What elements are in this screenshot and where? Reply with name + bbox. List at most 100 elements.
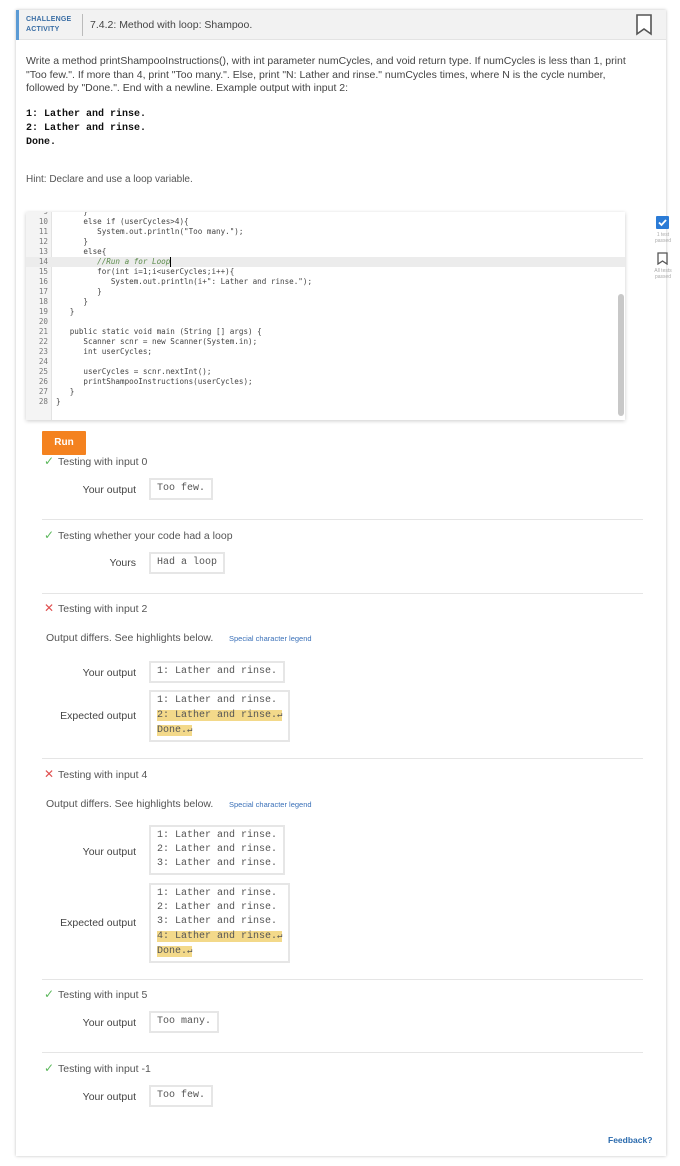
feedback-link[interactable]: Feedback? [608,1135,652,1145]
test-title: Testing with input 0 [58,456,148,468]
code-line[interactable]: 17 } [26,287,625,297]
test-title: Testing with input -1 [58,1063,151,1075]
hint-text: Hint: Declare and use a loop variable. [26,174,193,185]
line-number: 11 [38,227,48,236]
line-number: 10 [38,217,48,226]
line-number: 14 [38,257,48,266]
checkbox-checked-icon [656,216,669,229]
code-line[interactable]: 15 for(int i=1;i<userCycles;i++){ [26,267,625,277]
code-line[interactable]: 24 [26,357,625,367]
code-line[interactable]: 25 userCycles = scnr.nextInt(); [26,367,625,377]
code-text: else if (userCycles>4){ [56,217,189,226]
line-number: 24 [38,357,48,366]
line-number: 15 [38,267,48,276]
code-text: for(int i=1;i<userCycles;i++){ [56,267,235,276]
your-output-label: Your output [82,484,136,496]
code-text: } [56,387,75,396]
code-line[interactable]: 11 System.out.println("Too many."); [26,227,625,237]
diff-message: Output differs. See highlights below. [46,632,214,644]
code-line[interactable]: 28} [26,397,625,407]
line-number: 17 [38,287,48,296]
code-line[interactable]: 26 printShampooInstructions(userCycles); [26,377,625,387]
challenge-card: CHALLENGE ACTIVITY 7.4.2: Method with lo… [16,10,672,1156]
code-line[interactable]: 16 System.out.println(i+": Lather and ri… [26,277,625,287]
code-line[interactable]: 27 } [26,387,625,397]
code-text: public static void main (String [] args)… [56,327,262,336]
test-title: Testing with input 4 [58,769,148,781]
test-title: Testing whether your code had a loop [58,530,233,542]
test-result-header: ✕ Testing with input 4 [44,767,147,781]
code-text: else{ [56,247,107,256]
bookmark-outline-icon [657,252,668,265]
code-text: userCycles = scnr.nextInt(); [56,367,212,376]
code-text: } [56,237,89,246]
x-icon: ✕ [44,601,55,615]
line-number: 21 [38,327,48,336]
line-number: 16 [38,277,48,286]
code-line[interactable]: 12 } [26,237,625,247]
code-text: int userCycles; [56,347,153,356]
section-divider [42,519,643,520]
your-output-label: Your output [82,667,136,679]
section-divider [42,1052,643,1053]
code-line[interactable]: 18 } [26,297,625,307]
expected-output-box: 1: Lather and rinse. 2: Lather and rinse… [149,883,291,963]
yours-output-box: Had a loop [149,552,226,574]
problem-description: Write a method printShampooInstructions(… [26,55,626,94]
section-divider [42,979,643,980]
your-output-box: Too few. [149,1085,214,1107]
code-text: } [56,287,102,296]
activity-title: 7.4.2: Method with loop: Shampoo. [90,19,253,31]
test-result-header: ✓ Testing whether your code had a loop [44,528,233,542]
your-output-box: Too few. [149,478,214,500]
line-number: 23 [38,347,48,356]
code-text: Scanner scnr = new Scanner(System.in); [56,337,258,346]
code-line[interactable]: 13 else{ [26,247,625,257]
code-text: //Run a for Loop [56,257,172,267]
header-separator [82,14,83,36]
line-number: 22 [38,337,48,346]
test-result-header: ✓ Testing with input 5 [44,987,147,1001]
all-tests-passed-label: All tests passed [654,268,672,280]
your-output-label: Your output [82,1091,136,1103]
special-character-legend-link[interactable]: Special character legend [229,634,312,643]
editor-scrollbar[interactable] [618,294,624,416]
diff-message: Output differs. See highlights below. [46,798,214,810]
return-icon: ↵ [277,931,283,941]
test-title: Testing with input 2 [58,603,148,615]
test-result-header: ✕ Testing with input 2 [44,601,147,615]
expected-output-label: Expected output [60,917,136,929]
code-line[interactable]: 10 else if (userCycles>4){ [26,217,625,227]
code-line[interactable]: 21 public static void main (String [] ar… [26,327,625,337]
line-number: 27 [38,387,48,396]
example-line: 1: Lather and rinse. [26,109,147,120]
activity-type-line1: CHALLENGE [26,16,72,23]
section-divider [42,758,643,759]
return-icon: ↵ [277,710,283,720]
code-line[interactable]: 19 } [26,307,625,317]
test-result-header: ✓ Testing with input -1 [44,1061,151,1075]
bookmark-icon[interactable] [635,14,653,36]
your-output-label: Your output [82,846,136,858]
activity-type-label: CHALLENGE ACTIVITY [26,15,78,35]
code-line[interactable]: 23 int userCycles; [26,347,625,357]
your-output-box: Too many. [149,1011,220,1033]
code-line-active[interactable]: 14 //Run a for Loop [26,257,625,267]
card-header: CHALLENGE ACTIVITY 7.4.2: Method with lo… [16,10,666,40]
code-text: } [56,307,75,316]
x-icon: ✕ [44,767,55,781]
line-number: 26 [38,377,48,386]
line-number: 13 [38,247,48,256]
section-divider [42,593,643,594]
code-editor[interactable]: 9 } 10 else if (userCycles>4){ 11 System… [26,212,625,420]
expected-output-label: Expected output [60,710,136,722]
line-number: 20 [38,317,48,326]
code-text: } [56,297,89,306]
code-text: } [56,397,61,406]
check-icon: ✓ [44,528,55,542]
special-character-legend-link[interactable]: Special character legend [229,800,312,809]
code-line[interactable]: 22 Scanner scnr = new Scanner(System.in)… [26,337,625,347]
yours-label: Yours [109,557,136,569]
code-line[interactable]: 20 [26,317,625,327]
run-button[interactable]: Run [42,431,86,455]
